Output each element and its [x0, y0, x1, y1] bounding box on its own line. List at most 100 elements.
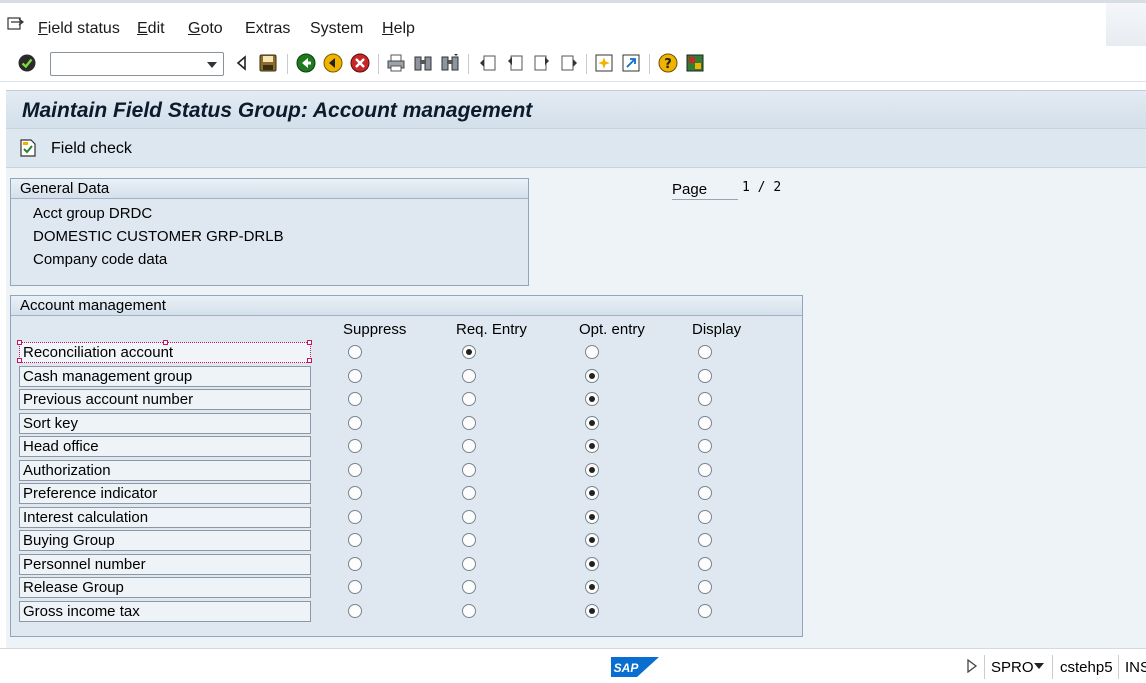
chevron-down-icon[interactable] — [1034, 663, 1044, 669]
field-check-button[interactable]: Field check — [51, 140, 132, 158]
create-session-icon[interactable] — [594, 53, 614, 73]
radio-opt-entry[interactable] — [585, 533, 599, 547]
help-icon[interactable]: ? — [658, 53, 678, 73]
chevron-down-icon[interactable] — [207, 62, 217, 68]
menu-help[interactable]: Help — [382, 20, 415, 38]
radio-opt-entry[interactable] — [585, 368, 599, 383]
first-page-icon[interactable] — [478, 53, 498, 73]
system-menu-icon[interactable] — [7, 17, 25, 33]
field-label[interactable]: Reconciliation account — [19, 342, 311, 363]
radio-display[interactable] — [698, 556, 712, 571]
status-expand-icon[interactable] — [966, 659, 978, 673]
radio-display[interactable] — [698, 603, 712, 618]
radio-display[interactable] — [698, 439, 712, 453]
radio-suppress[interactable] — [348, 392, 362, 406]
radio-suppress[interactable] — [348, 345, 362, 359]
radio-opt-entry[interactable] — [585, 486, 599, 500]
find-next-icon[interactable] — [440, 53, 460, 73]
radio-display[interactable] — [698, 415, 712, 430]
menu-bar: Field status Edit Goto Extras System Hel… — [0, 0, 1146, 46]
radio-opt-entry[interactable] — [585, 556, 599, 571]
back-icon[interactable] — [296, 53, 316, 73]
radio-suppress[interactable] — [348, 603, 362, 618]
field-label[interactable]: Sort key — [19, 412, 311, 434]
transaction-code[interactable]: SPRO — [991, 659, 1034, 676]
generate-shortcut-icon[interactable] — [621, 53, 641, 73]
radio-req-entry[interactable] — [462, 580, 476, 594]
radio-display[interactable] — [698, 368, 712, 383]
page-label: Page — [672, 181, 738, 200]
radio-suppress[interactable] — [348, 533, 362, 547]
field-label[interactable]: Cash management group — [19, 365, 311, 387]
radio-req-entry[interactable] — [462, 368, 476, 383]
radio-opt-entry[interactable] — [585, 462, 599, 477]
radio-opt-entry[interactable] — [585, 439, 599, 453]
menu-field-status[interactable]: Field status — [38, 20, 120, 38]
radio-opt-entry[interactable] — [585, 580, 599, 594]
save-icon[interactable] — [258, 53, 278, 73]
radio-display[interactable] — [698, 533, 712, 547]
radio-req-entry[interactable] — [462, 415, 476, 430]
radio-display[interactable] — [698, 345, 712, 359]
print-icon[interactable] — [386, 53, 406, 73]
previous-page-icon[interactable] — [505, 53, 525, 73]
radio-req-entry[interactable] — [462, 603, 476, 618]
field-check-icon[interactable] — [20, 139, 36, 157]
radio-opt-entry[interactable] — [585, 415, 599, 430]
radio-opt-entry[interactable] — [585, 509, 599, 524]
radio-suppress[interactable] — [348, 439, 362, 453]
radio-req-entry[interactable] — [462, 509, 476, 524]
exit-icon[interactable] — [323, 53, 343, 73]
radio-suppress[interactable] — [348, 415, 362, 430]
menu-system[interactable]: System — [310, 20, 363, 38]
radio-suppress[interactable] — [348, 462, 362, 477]
field-label[interactable]: Head office — [19, 436, 311, 457]
radio-display[interactable] — [698, 580, 712, 594]
field-label[interactable]: Previous account number — [19, 389, 311, 410]
server-name: cstehp5 — [1060, 659, 1113, 676]
radio-req-entry[interactable] — [462, 462, 476, 477]
next-page-icon[interactable] — [532, 53, 552, 73]
radio-req-entry[interactable] — [462, 392, 476, 406]
field-label[interactable]: Preference indicator — [19, 483, 311, 504]
field-label[interactable]: Interest calculation — [19, 506, 311, 528]
radio-opt-entry[interactable] — [585, 392, 599, 406]
radio-req-entry[interactable] — [462, 556, 476, 571]
radio-req-entry[interactable] — [462, 345, 476, 359]
radio-req-entry[interactable] — [462, 439, 476, 453]
radio-display[interactable] — [698, 486, 712, 500]
radio-req-entry[interactable] — [462, 533, 476, 547]
find-icon[interactable] — [413, 53, 433, 73]
radio-opt-entry[interactable] — [585, 603, 599, 618]
radio-suppress[interactable] — [348, 509, 362, 524]
selection-handle — [17, 358, 22, 363]
collapse-arrow-icon[interactable] — [232, 53, 252, 73]
cancel-icon[interactable] — [350, 53, 370, 73]
field-label[interactable]: Gross income tax — [19, 600, 311, 622]
sap-logo: SAP — [611, 657, 659, 677]
field-label[interactable]: Authorization — [19, 459, 311, 481]
radio-suppress[interactable] — [348, 368, 362, 383]
status-separator — [1118, 655, 1119, 679]
radio-suppress[interactable] — [348, 580, 362, 594]
radio-opt-entry[interactable] — [585, 345, 599, 359]
radio-display[interactable] — [698, 462, 712, 477]
menu-extras[interactable]: Extras — [245, 20, 290, 38]
radio-display[interactable] — [698, 509, 712, 524]
field-label[interactable]: Personnel number — [19, 553, 311, 575]
content-area: General Data Acct group DRDC DOMESTIC CU… — [6, 168, 1146, 648]
account-management-group: Account management Suppress Req. Entry O… — [10, 295, 803, 637]
field-label[interactable]: Release Group — [19, 577, 311, 598]
radio-suppress[interactable] — [348, 486, 362, 500]
customize-layout-icon[interactable] — [685, 53, 705, 73]
last-page-icon[interactable] — [559, 53, 579, 73]
command-field[interactable] — [50, 52, 224, 76]
menu-edit[interactable]: Edit — [137, 20, 165, 38]
page-title: Maintain Field Status Group: Account man… — [22, 99, 533, 122]
menu-goto[interactable]: Goto — [188, 20, 223, 38]
radio-suppress[interactable] — [348, 556, 362, 571]
radio-req-entry[interactable] — [462, 486, 476, 500]
field-label[interactable]: Buying Group — [19, 530, 311, 551]
radio-display[interactable] — [698, 392, 712, 406]
enter-check-icon[interactable] — [17, 53, 37, 73]
